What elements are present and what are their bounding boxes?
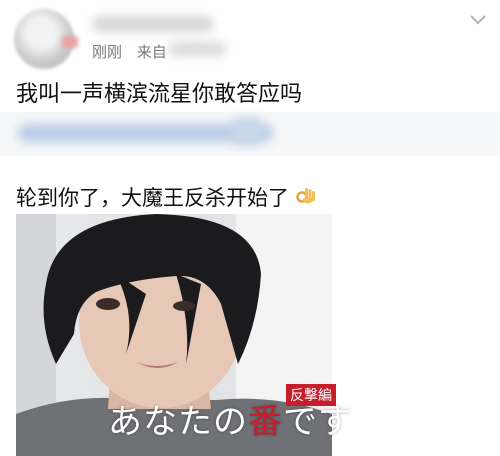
- ok-hand-icon: [296, 188, 315, 204]
- caption-suffix: です: [283, 402, 353, 442]
- repost-text: 轮到你了，大魔王反杀开始了: [16, 182, 317, 212]
- caption-prefix: あなたの: [108, 402, 248, 442]
- username-redacted[interactable]: [92, 16, 214, 32]
- post-source-redacted: [168, 42, 226, 56]
- post-text: 我叫一声横滨流星你敢答应吗: [16, 82, 303, 107]
- quoted-link-redacted-end: [232, 118, 262, 144]
- chevron-down-icon[interactable]: [468, 12, 488, 28]
- post-source-label: 来自: [136, 43, 167, 61]
- image-caption: あなたの番です: [108, 394, 353, 443]
- post-meta: 刚刚 来自: [92, 41, 167, 62]
- post-time: 刚刚: [92, 43, 123, 61]
- caption-highlight: 番: [248, 402, 283, 442]
- avatar-badge: [62, 36, 78, 48]
- repost-text-content: 轮到你了，大魔王反杀开始了: [16, 186, 289, 210]
